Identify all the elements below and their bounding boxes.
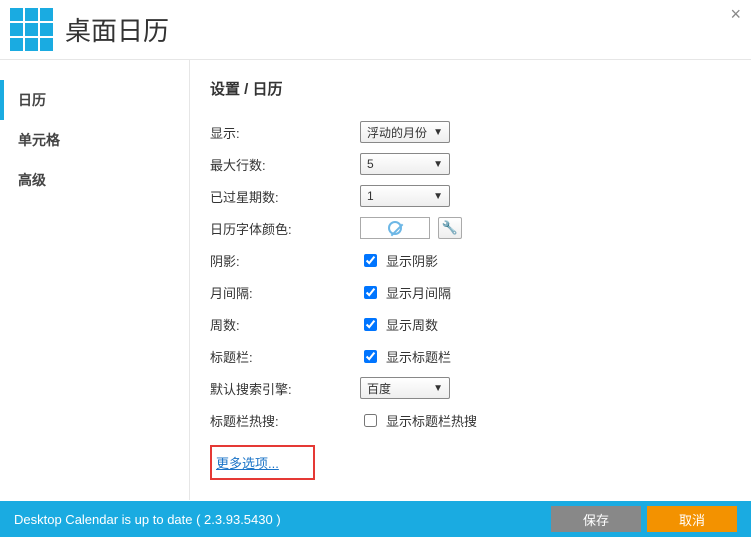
more-options-link[interactable]: 更多选项... xyxy=(216,456,279,471)
checkbox-monthgap[interactable]: 显示月间隔 xyxy=(360,283,451,302)
checkbox-input[interactable] xyxy=(364,318,377,331)
chevron-down-icon: ▼ xyxy=(433,191,443,202)
select-value: 1 xyxy=(367,189,374,203)
checkbox-titlebar[interactable]: 显示标题栏 xyxy=(360,347,451,366)
page-title: 设置 / 日历 xyxy=(210,78,731,99)
label-titlesearch: 标题栏热搜: xyxy=(210,411,360,430)
checkbox-label: 显示周数 xyxy=(386,315,438,334)
sidebar-item-label: 单元格 xyxy=(18,132,60,148)
sidebar-item-advanced[interactable]: 高级 xyxy=(0,160,189,200)
status-text: Desktop Calendar is up to date ( 2.3.93.… xyxy=(14,512,281,527)
checkbox-label: 显示阴影 xyxy=(386,251,438,270)
select-display[interactable]: 浮动的月份 ▼ xyxy=(360,121,450,143)
select-passedweeks[interactable]: 1 ▼ xyxy=(360,185,450,207)
chevron-down-icon: ▼ xyxy=(433,159,443,170)
checkbox-input[interactable] xyxy=(364,350,377,363)
label-titlebar: 标题栏: xyxy=(210,347,360,366)
main-panel: 设置 / 日历 显示: 浮动的月份 ▼ 最大行数: 5 ▼ 已过星期数: xyxy=(190,60,751,500)
button-label: 保存 xyxy=(583,510,609,529)
checkbox-input[interactable] xyxy=(364,254,377,267)
button-label: 取消 xyxy=(679,510,705,529)
chevron-down-icon: ▼ xyxy=(433,127,443,138)
label-shadow: 阴影: xyxy=(210,251,360,270)
checkbox-shadow[interactable]: 显示阴影 xyxy=(360,251,438,270)
save-button[interactable]: 保存 xyxy=(551,506,641,532)
close-icon[interactable]: × xyxy=(730,4,741,25)
checkbox-input[interactable] xyxy=(364,286,377,299)
label-searcheng: 默认搜索引擎: xyxy=(210,379,360,398)
sidebar-item-label: 日历 xyxy=(18,92,46,108)
app-logo-icon xyxy=(10,8,53,51)
app-title: 桌面日历 xyxy=(65,11,169,48)
footer: Desktop Calendar is up to date ( 2.3.93.… xyxy=(0,501,751,537)
chevron-down-icon: ▼ xyxy=(433,383,443,394)
checkbox-input[interactable] xyxy=(364,414,377,427)
select-search-engine[interactable]: 百度 ▼ xyxy=(360,377,450,399)
select-value: 百度 xyxy=(367,380,391,397)
checkbox-label: 显示标题栏热搜 xyxy=(386,411,477,430)
header: 桌面日历 xyxy=(0,0,751,60)
label-monthgap: 月间隔: xyxy=(210,283,360,302)
cancel-button[interactable]: 取消 xyxy=(647,506,737,532)
color-picker[interactable] xyxy=(360,217,430,239)
label-maxrows: 最大行数: xyxy=(210,155,360,174)
settings-button[interactable]: 🔧 xyxy=(438,217,462,239)
sidebar-item-label: 高级 xyxy=(18,172,46,188)
wrench-icon: 🔧 xyxy=(442,220,458,236)
checkbox-titlesearch[interactable]: 显示标题栏热搜 xyxy=(360,411,477,430)
checkbox-label: 显示标题栏 xyxy=(386,347,451,366)
sidebar-item-calendar[interactable]: 日历 xyxy=(0,80,189,120)
no-color-icon xyxy=(388,221,402,235)
label-display: 显示: xyxy=(210,123,360,142)
checkbox-label: 显示月间隔 xyxy=(386,283,451,302)
checkbox-weeknum[interactable]: 显示周数 xyxy=(360,315,438,334)
label-fontcolor: 日历字体颜色: xyxy=(210,219,360,238)
select-value: 5 xyxy=(367,157,374,171)
select-maxrows[interactable]: 5 ▼ xyxy=(360,153,450,175)
label-weeknum: 周数: xyxy=(210,315,360,334)
select-value: 浮动的月份 xyxy=(367,124,427,141)
sidebar: 日历 单元格 高级 xyxy=(0,60,190,500)
sidebar-item-cell[interactable]: 单元格 xyxy=(0,120,189,160)
label-passedweeks: 已过星期数: xyxy=(210,187,360,206)
